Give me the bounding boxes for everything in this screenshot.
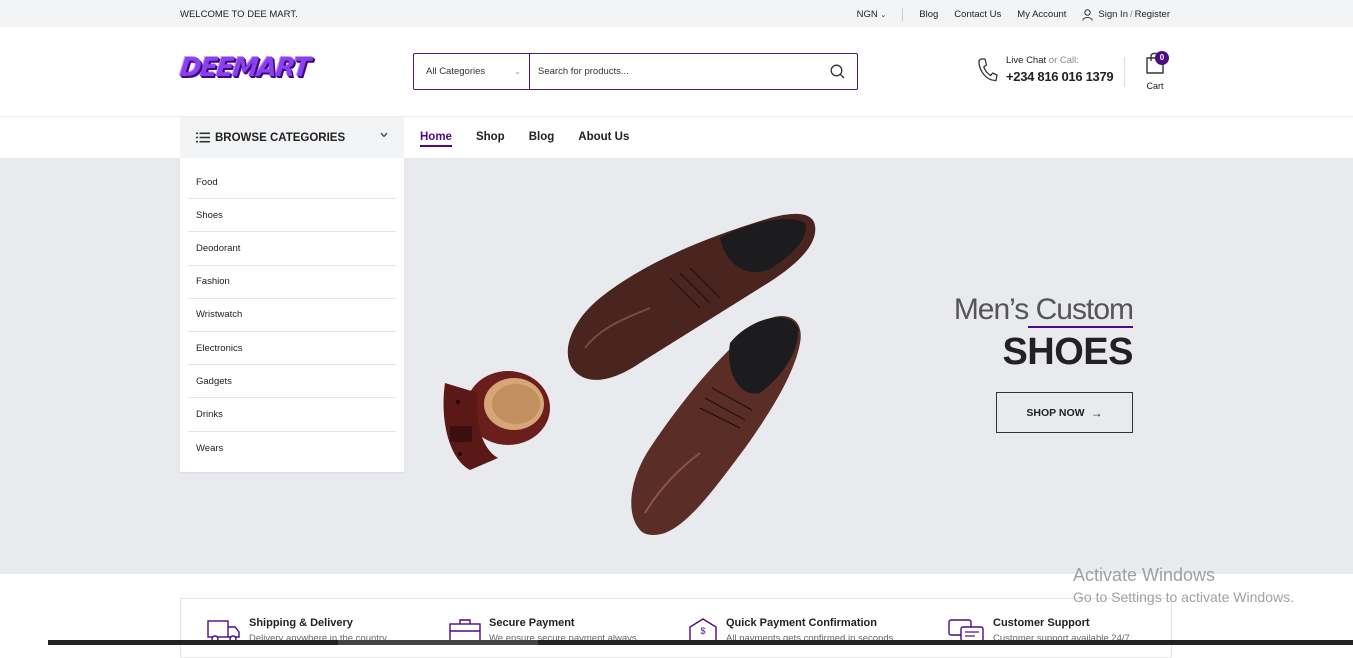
currency-selector[interactable]: NGN ⌄: [857, 9, 887, 20]
category-item-wristwatch[interactable]: Wristwatch: [188, 299, 396, 332]
shop-now-label: SHOP NOW: [1026, 406, 1085, 419]
banner-subtitle: Men’s Custom: [953, 293, 1134, 328]
feature-title: Quick Payment Confirmation: [726, 617, 877, 629]
banner-title: SHOES: [1002, 331, 1133, 373]
user-icon: [1082, 8, 1094, 21]
slash-separator: /: [1129, 9, 1133, 20]
chevron-down-icon: ⌄: [514, 67, 521, 76]
logo[interactable]: DEEMART: [178, 53, 310, 89]
live-chat-label: Live Chat or Call:: [1006, 55, 1113, 66]
search-icon: [830, 64, 844, 79]
divider: [902, 8, 904, 21]
category-item-food[interactable]: Food: [188, 166, 396, 200]
live-chat-link[interactable]: Live Chat: [1006, 55, 1046, 66]
browse-categories-button[interactable]: BROWSE CATEGORIES: [180, 117, 404, 158]
feature-title: Secure Payment: [489, 617, 575, 629]
header: DEEMART All Categories ⌄ Live Chat or Ca…: [0, 27, 1353, 117]
phone-icon: [978, 57, 998, 81]
nav-about-us[interactable]: About Us: [578, 131, 629, 147]
category-item-deodorant[interactable]: Deodorant: [188, 232, 396, 266]
or-call-text: or Call:: [1048, 55, 1079, 66]
category-select[interactable]: All Categories ⌄: [414, 54, 530, 89]
search-input[interactable]: [530, 54, 817, 89]
feature-title: Customer Support: [993, 617, 1090, 629]
cart-button[interactable]: 0 Cart: [1140, 51, 1170, 91]
chevron-down-icon: ⌄: [880, 12, 887, 19]
nav-blog[interactable]: Blog: [529, 131, 555, 147]
belt-image: [443, 371, 550, 470]
contact-info: Live Chat or Call: +234 816 016 1379: [976, 55, 1114, 84]
nav-home[interactable]: Home: [420, 131, 452, 147]
category-item-shoes[interactable]: Shoes: [188, 199, 396, 233]
search-button[interactable]: [817, 54, 857, 89]
category-item-fashion[interactable]: Fashion: [188, 266, 396, 299]
divider: [1124, 57, 1125, 87]
my-account-link[interactable]: My Account: [1017, 9, 1066, 20]
browse-categories-label: BROWSE CATEGORIES: [215, 131, 346, 144]
category-select-label: All Categories: [426, 66, 486, 77]
blog-link[interactable]: Blog: [919, 9, 938, 20]
currency-label: NGN: [856, 9, 878, 20]
phone-number[interactable]: +234 816 016 1379: [1006, 69, 1114, 84]
logo-text: DEEMART: [178, 53, 311, 83]
nav-bar: BROWSE CATEGORIES Home Shop Blog About U…: [0, 117, 1353, 158]
main-nav: Home Shop Blog About Us: [420, 131, 653, 147]
shop-now-button[interactable]: SHOP NOW →: [996, 392, 1133, 433]
banner-subtitle-b: Custom: [1028, 293, 1134, 328]
nav-shop[interactable]: Shop: [476, 131, 505, 147]
watermark-subtitle: Go to Settings to activate Windows.: [1073, 589, 1294, 605]
scrollbar-thumb[interactable]: [338, 640, 538, 645]
category-item-wears[interactable]: Wears: [188, 432, 396, 465]
cart-label: Cart: [1146, 81, 1164, 91]
banner-heading: Men’s Custom SHOES: [953, 293, 1134, 374]
feature-title: Shipping & Delivery: [249, 617, 353, 629]
category-item-electronics[interactable]: Electronics: [188, 332, 396, 366]
cart-count-badge: 0: [1155, 51, 1169, 65]
register-link[interactable]: Register: [1135, 9, 1170, 20]
list-icon: [196, 132, 210, 143]
category-item-drinks[interactable]: Drinks: [188, 398, 396, 432]
activate-windows-watermark: Activate Windows Go to Settings to activ…: [1073, 565, 1294, 605]
sign-in-link[interactable]: Sign In: [1098, 9, 1128, 20]
search-bar: All Categories ⌄: [413, 53, 858, 90]
chevron-down-icon: [380, 132, 388, 138]
watermark-title: Activate Windows: [1073, 565, 1216, 585]
welcome-text: WELCOME TO DEE MART.: [180, 9, 298, 20]
banner-subtitle-a: Men’s: [953, 293, 1029, 326]
features-bar: Shipping & Delivery Delivery anywhere in …: [180, 598, 1172, 658]
horizontal-scrollbar[interactable]: [48, 640, 1353, 645]
arrow-right-icon: →: [1090, 405, 1103, 420]
category-list: Food Shoes Deodorant Fashion Wristwatch …: [180, 158, 404, 472]
sign-in-register[interactable]: Sign In / Register: [1082, 8, 1170, 21]
top-bar: WELCOME TO DEE MART. NGN ⌄ Blog Contact …: [0, 0, 1353, 27]
category-item-gadgets[interactable]: Gadgets: [188, 365, 396, 399]
contact-us-link[interactable]: Contact Us: [954, 9, 1001, 20]
svg-text:$: $: [700, 626, 705, 636]
top-bar-links: NGN ⌄ Blog Contact Us My Account Sign In…: [841, 8, 1170, 21]
